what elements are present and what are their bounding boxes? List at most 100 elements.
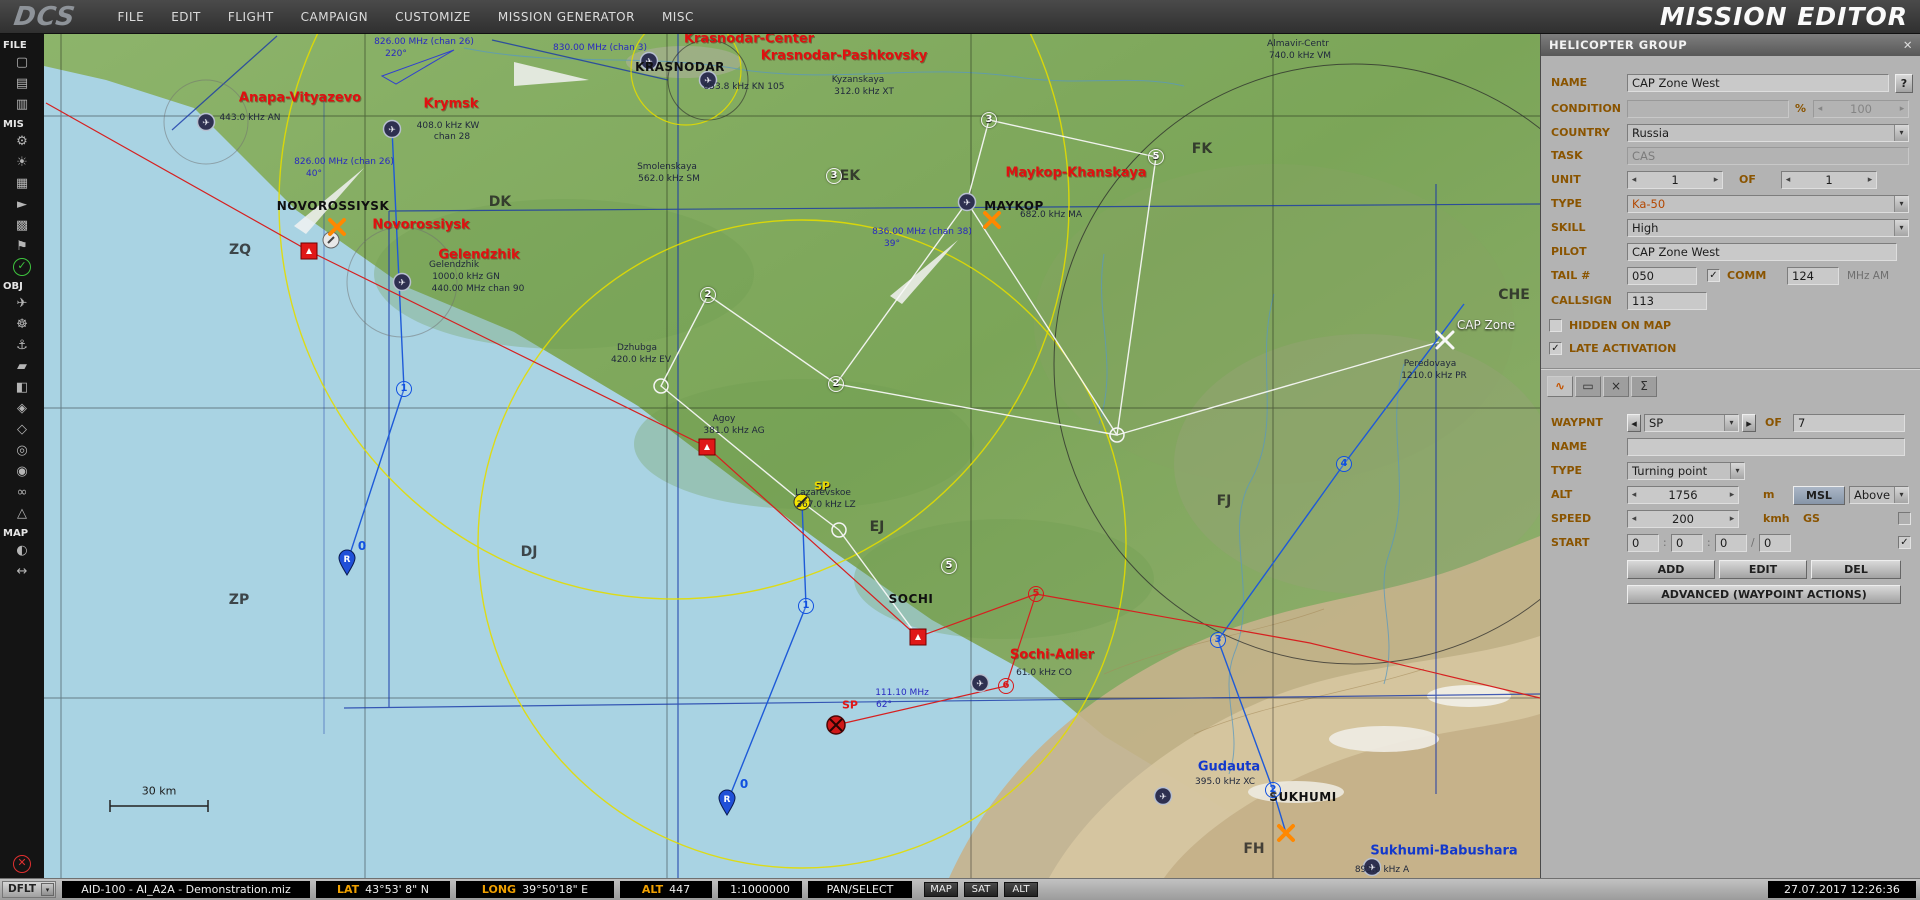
- waypoint-next-button[interactable]: ▸: [1742, 414, 1756, 432]
- unit-number-spinner[interactable]: ◂ 1 ▸: [1627, 171, 1723, 189]
- briefing-icon[interactable]: ▦: [10, 174, 34, 193]
- menu-misc[interactable]: MISC: [662, 10, 694, 24]
- chevron-down-icon[interactable]: ▾: [1894, 196, 1908, 212]
- unit-total-spinner[interactable]: ◂ 1 ▸: [1781, 171, 1877, 189]
- chevron-down-icon[interactable]: ▾: [1730, 463, 1744, 479]
- altitude-spinner[interactable]: ◂ 1756 ▸: [1627, 486, 1739, 504]
- airport-icon-krasnodar-pashkovsky[interactable]: ✈: [700, 72, 717, 89]
- menu-mission-generator[interactable]: MISSION GENERATOR: [498, 10, 635, 24]
- resources-icon[interactable]: ▩: [10, 216, 34, 235]
- distance-tool-icon[interactable]: ↔: [10, 562, 34, 581]
- waypoint-total-input[interactable]: 7: [1793, 414, 1905, 432]
- add-airplane-icon[interactable]: ✈: [10, 294, 34, 313]
- late-activation-checkbox[interactable]: ✓: [1549, 342, 1562, 355]
- airport-icon-sukhumi[interactable]: ✈: [1364, 859, 1381, 876]
- hidden-on-map-checkbox[interactable]: [1549, 319, 1562, 332]
- goals-icon[interactable]: ⚑: [10, 237, 34, 256]
- airport-icon-krasnodar-center[interactable]: ✈: [641, 53, 658, 70]
- altitude-reference-button[interactable]: MSL: [1793, 486, 1845, 505]
- spin-right-icon[interactable]: ▸: [1726, 514, 1738, 524]
- airport-icon-sochi-adler[interactable]: ✈: [972, 675, 989, 692]
- spin-left-icon[interactable]: ◂: [1782, 175, 1794, 185]
- speed-spinner[interactable]: ◂ 200 ▸: [1627, 510, 1739, 528]
- menu-file[interactable]: FILE: [117, 10, 144, 24]
- waypoint-type-dropdown[interactable]: Turning point ▾: [1627, 462, 1745, 480]
- menu-edit[interactable]: EDIT: [171, 10, 201, 24]
- enemy-unit-marker[interactable]: [699, 439, 715, 455]
- menu-campaign[interactable]: CAMPAIGN: [301, 10, 368, 24]
- add-trigger-zone-icon[interactable]: ◎: [10, 441, 34, 460]
- map-canvas[interactable]: ✈ ✈ ✈ ✈ ✈ ✈ ✈ ✈ ✈ R R: [44, 34, 1540, 878]
- altitude-value[interactable]: 1756: [1640, 488, 1726, 502]
- aircraft-type-dropdown[interactable]: Ka-50 ▾: [1627, 195, 1909, 213]
- spin-left-icon[interactable]: ◂: [1628, 514, 1640, 524]
- tab-waypoints[interactable]: ∿: [1547, 376, 1573, 397]
- add-initial-point-icon[interactable]: ∞: [10, 483, 34, 502]
- airport-icon-gelendzhik[interactable]: ✈: [394, 274, 411, 291]
- waypoint-prev-button[interactable]: ◂: [1627, 414, 1641, 432]
- chevron-down-icon[interactable]: ▾: [1724, 415, 1738, 431]
- add-ship-icon[interactable]: ⚓: [10, 336, 34, 355]
- start-minutes-input[interactable]: 0: [1715, 534, 1747, 552]
- mission-options-icon[interactable]: ⚙: [10, 132, 34, 151]
- open-mission-icon[interactable]: ▤: [10, 74, 34, 93]
- add-waypoint-button[interactable]: ADD: [1627, 560, 1715, 579]
- map-viewport[interactable]: ✈ ✈ ✈ ✈ ✈ ✈ ✈ ✈ ✈ R R Krasnodar-CenterKr…: [44, 34, 1540, 878]
- spin-right-icon[interactable]: ▸: [1710, 175, 1722, 185]
- add-static-object-icon[interactable]: ◧: [10, 378, 34, 397]
- help-button[interactable]: ?: [1895, 74, 1913, 93]
- speed-value[interactable]: 200: [1640, 512, 1726, 526]
- helicopter-group-marker[interactable]: [827, 716, 845, 734]
- menu-flight[interactable]: FLIGHT: [228, 10, 274, 24]
- start-seconds-input[interactable]: 0: [1759, 534, 1791, 552]
- spin-left-icon[interactable]: ◂: [1628, 175, 1640, 185]
- exit-editor-icon[interactable]: ✕: [13, 855, 31, 873]
- validate-mission-icon[interactable]: ✓: [13, 258, 31, 276]
- add-bullseye-icon[interactable]: ◉: [10, 462, 34, 481]
- start-time-checkbox[interactable]: ✓: [1898, 536, 1911, 549]
- weather-icon[interactable]: ☀: [10, 153, 34, 172]
- airport-icon-gudauta[interactable]: ✈: [1155, 788, 1172, 805]
- del-waypoint-button[interactable]: DEL: [1811, 560, 1901, 579]
- enemy-unit-marker[interactable]: [301, 243, 317, 259]
- tail-number-input[interactable]: 050: [1627, 267, 1697, 285]
- spin-right-icon[interactable]: ▸: [1726, 490, 1738, 500]
- chevron-down-icon[interactable]: ▾: [1894, 487, 1908, 503]
- map-layer-button[interactable]: MAP: [924, 882, 958, 897]
- tab-payload[interactable]: ×: [1603, 376, 1629, 397]
- altitude-mode-dropdown[interactable]: Above ▾: [1849, 486, 1909, 504]
- start-point-marker[interactable]: [794, 494, 810, 510]
- add-vehicle-icon[interactable]: ▰: [10, 357, 34, 376]
- country-dropdown[interactable]: Russia ▾: [1627, 124, 1909, 142]
- add-nav-point-icon[interactable]: △: [10, 504, 34, 523]
- tab-summary[interactable]: Σ: [1631, 376, 1657, 397]
- unit-total-value[interactable]: 1: [1794, 173, 1864, 187]
- add-farp-icon[interactable]: ◇: [10, 420, 34, 439]
- add-template-icon[interactable]: ◈: [10, 399, 34, 418]
- routes-icon[interactable]: ►: [10, 195, 34, 214]
- start-hours-input[interactable]: 0: [1671, 534, 1703, 552]
- add-helicopter-icon[interactable]: ☸: [10, 315, 34, 334]
- tab-triggered-actions[interactable]: ▭: [1575, 376, 1601, 397]
- edit-waypoint-button[interactable]: EDIT: [1719, 560, 1807, 579]
- chevron-down-icon[interactable]: ▾: [1894, 220, 1908, 236]
- pilot-name-input[interactable]: CAP Zone West: [1627, 243, 1897, 261]
- spin-left-icon[interactable]: ◂: [1628, 490, 1640, 500]
- group-name-input[interactable]: CAP Zone West: [1627, 74, 1889, 92]
- callsign-input[interactable]: 113: [1627, 292, 1707, 310]
- skill-dropdown[interactable]: High ▾: [1627, 219, 1909, 237]
- chevron-down-icon[interactable]: ▾: [1894, 125, 1908, 141]
- alt-layer-button[interactable]: ALT: [1004, 882, 1038, 897]
- comm-frequency-input[interactable]: 124: [1787, 267, 1839, 285]
- waypoint-name-input[interactable]: [1627, 438, 1905, 456]
- map-options-icon[interactable]: ◐: [10, 541, 34, 560]
- advanced-waypoint-actions-button[interactable]: ADVANCED (WAYPOINT ACTIONS): [1627, 585, 1901, 604]
- save-mission-icon[interactable]: ▥: [10, 95, 34, 114]
- menu-customize[interactable]: CUSTOMIZE: [395, 10, 471, 24]
- unit-number-value[interactable]: 1: [1640, 173, 1710, 187]
- start-days-input[interactable]: 0: [1627, 534, 1659, 552]
- airport-icon-anapa[interactable]: ✈: [198, 114, 215, 131]
- enemy-unit-marker[interactable]: [910, 629, 926, 645]
- sat-layer-button[interactable]: SAT: [964, 882, 998, 897]
- new-mission-icon[interactable]: ▢: [10, 53, 34, 72]
